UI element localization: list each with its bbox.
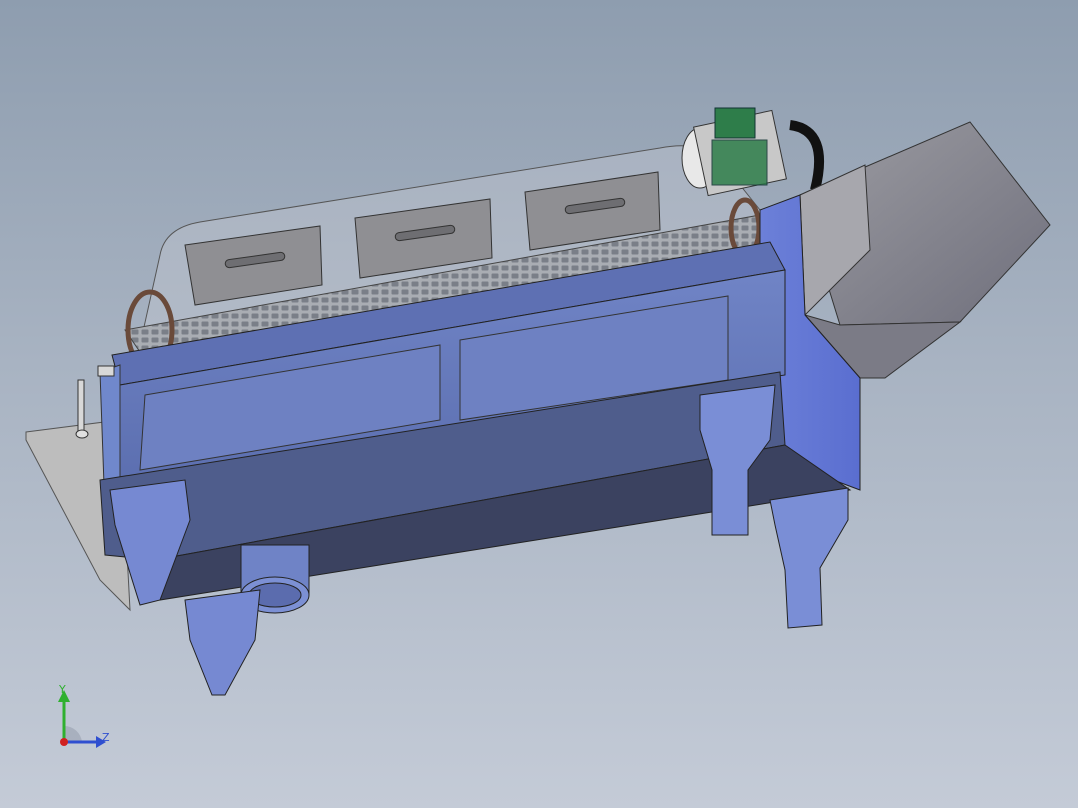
y-axis-label: Y xyxy=(59,683,66,696)
feed-hopper xyxy=(799,121,1051,379)
x-axis-dot xyxy=(60,738,68,746)
motor xyxy=(681,107,825,197)
axis-triad: Y Z xyxy=(40,680,130,760)
3d-viewport[interactable]: Y Z xyxy=(0,0,1078,808)
tank-left-end xyxy=(99,364,121,486)
z-axis-label: Z xyxy=(102,731,110,744)
drum-screen-model[interactable] xyxy=(0,0,1078,808)
